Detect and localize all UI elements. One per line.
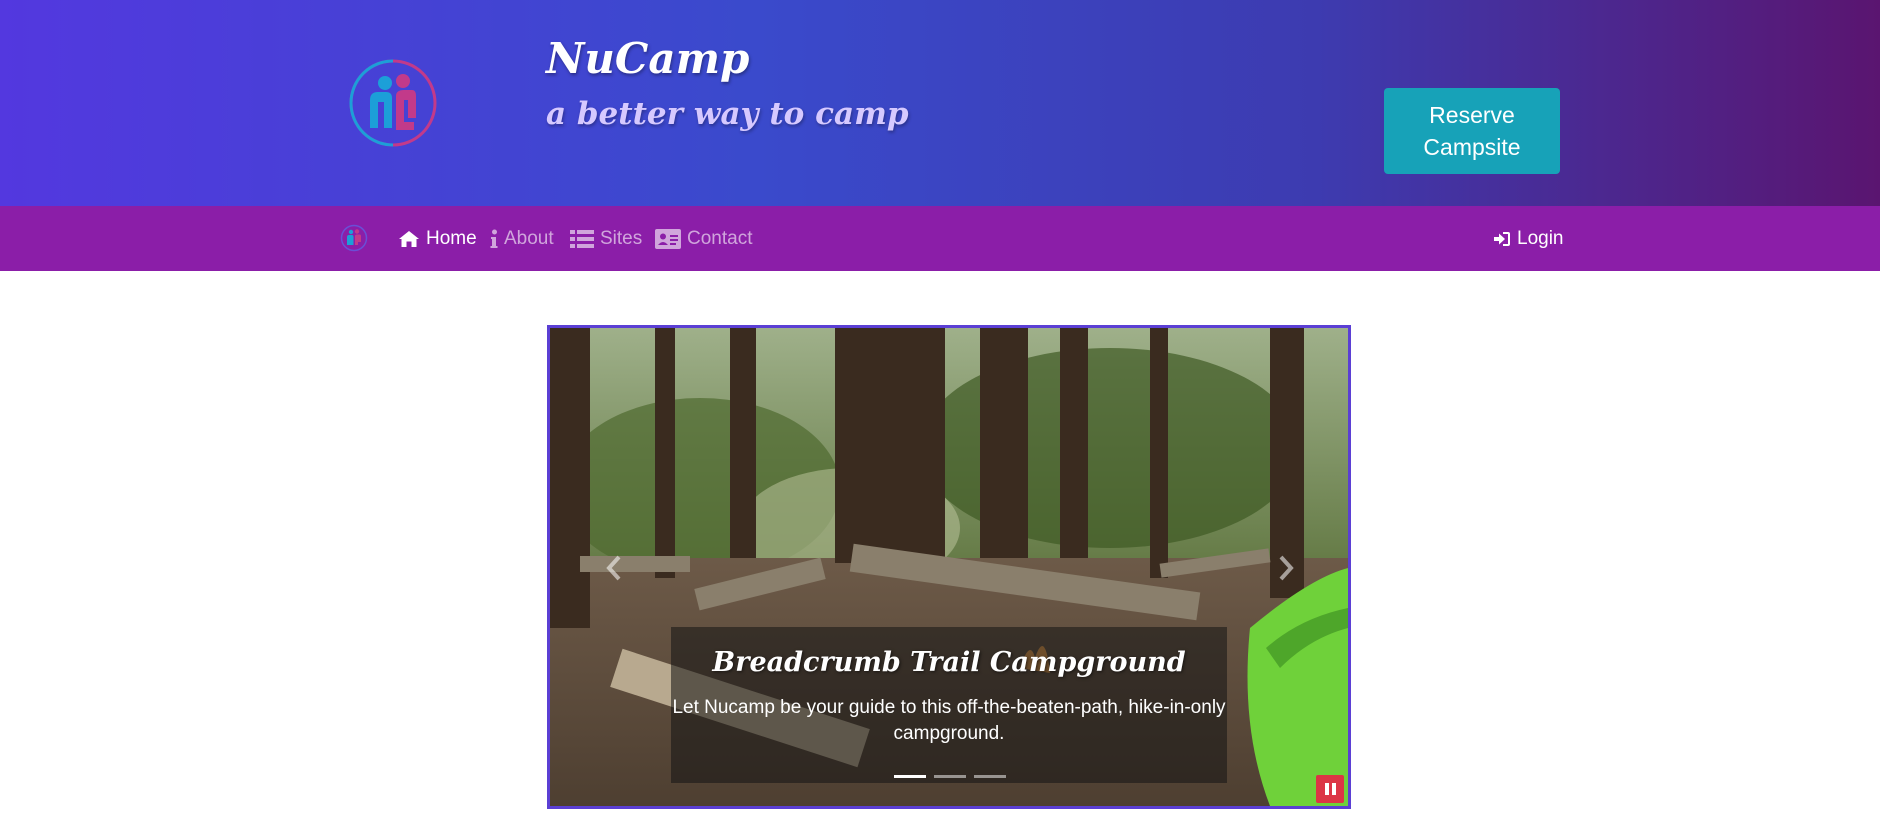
chevron-right-icon — [1279, 555, 1294, 581]
carousel-caption: Breadcrumb Trail Campground Let Nucamp b… — [671, 627, 1227, 783]
carousel-pause-button[interactable] — [1316, 775, 1344, 803]
list-icon — [570, 230, 594, 248]
campground-carousel: Breadcrumb Trail Campground Let Nucamp b… — [547, 325, 1351, 809]
pause-icon — [1323, 780, 1337, 799]
home-icon — [399, 231, 419, 247]
nav-label-home: Home — [426, 228, 477, 249]
carousel-indicator-3[interactable] — [974, 775, 1006, 778]
reserve-campsite-button[interactable]: Reserve Campsite — [1384, 88, 1560, 174]
nav-label-about: About — [504, 228, 554, 249]
reserve-campsite-label: Reserve Campsite — [1423, 102, 1521, 160]
login-button[interactable]: Login — [1493, 226, 1564, 252]
nav-item-about[interactable]: About — [490, 226, 554, 252]
carousel-indicator-2[interactable] — [934, 775, 966, 778]
nav-logo-icon[interactable] — [340, 224, 368, 252]
carousel-prev-button[interactable] — [594, 548, 634, 588]
info-icon — [490, 229, 498, 248]
carousel-indicators — [894, 775, 1006, 778]
address-card-icon — [655, 229, 681, 249]
login-label: Login — [1517, 228, 1564, 249]
chevron-left-icon — [606, 555, 621, 581]
sign-in-icon — [1494, 232, 1510, 246]
nav-label-sites: Sites — [600, 228, 643, 249]
nav-item-contact[interactable]: Contact — [655, 226, 752, 252]
site-header: NuCamp a better way to camp Reserve Camp… — [0, 0, 1880, 206]
nav-item-sites[interactable]: Sites — [570, 226, 642, 252]
nav-label-contact: Contact — [687, 228, 753, 249]
caption-text: Let Nucamp be your guide to this off-the… — [672, 697, 1226, 744]
main-navbar: Home About Sites Contact Login — [0, 206, 1880, 271]
site-tagline: a better way to camp — [546, 96, 909, 132]
caption-title: Breadcrumb Trail Campground — [712, 647, 1186, 678]
carousel-next-button[interactable] — [1266, 548, 1306, 588]
nav-item-home[interactable]: Home — [398, 226, 477, 252]
site-title: NuCamp — [546, 34, 750, 83]
nucamp-logo-icon — [349, 59, 437, 147]
carousel-indicator-1[interactable] — [894, 775, 926, 778]
